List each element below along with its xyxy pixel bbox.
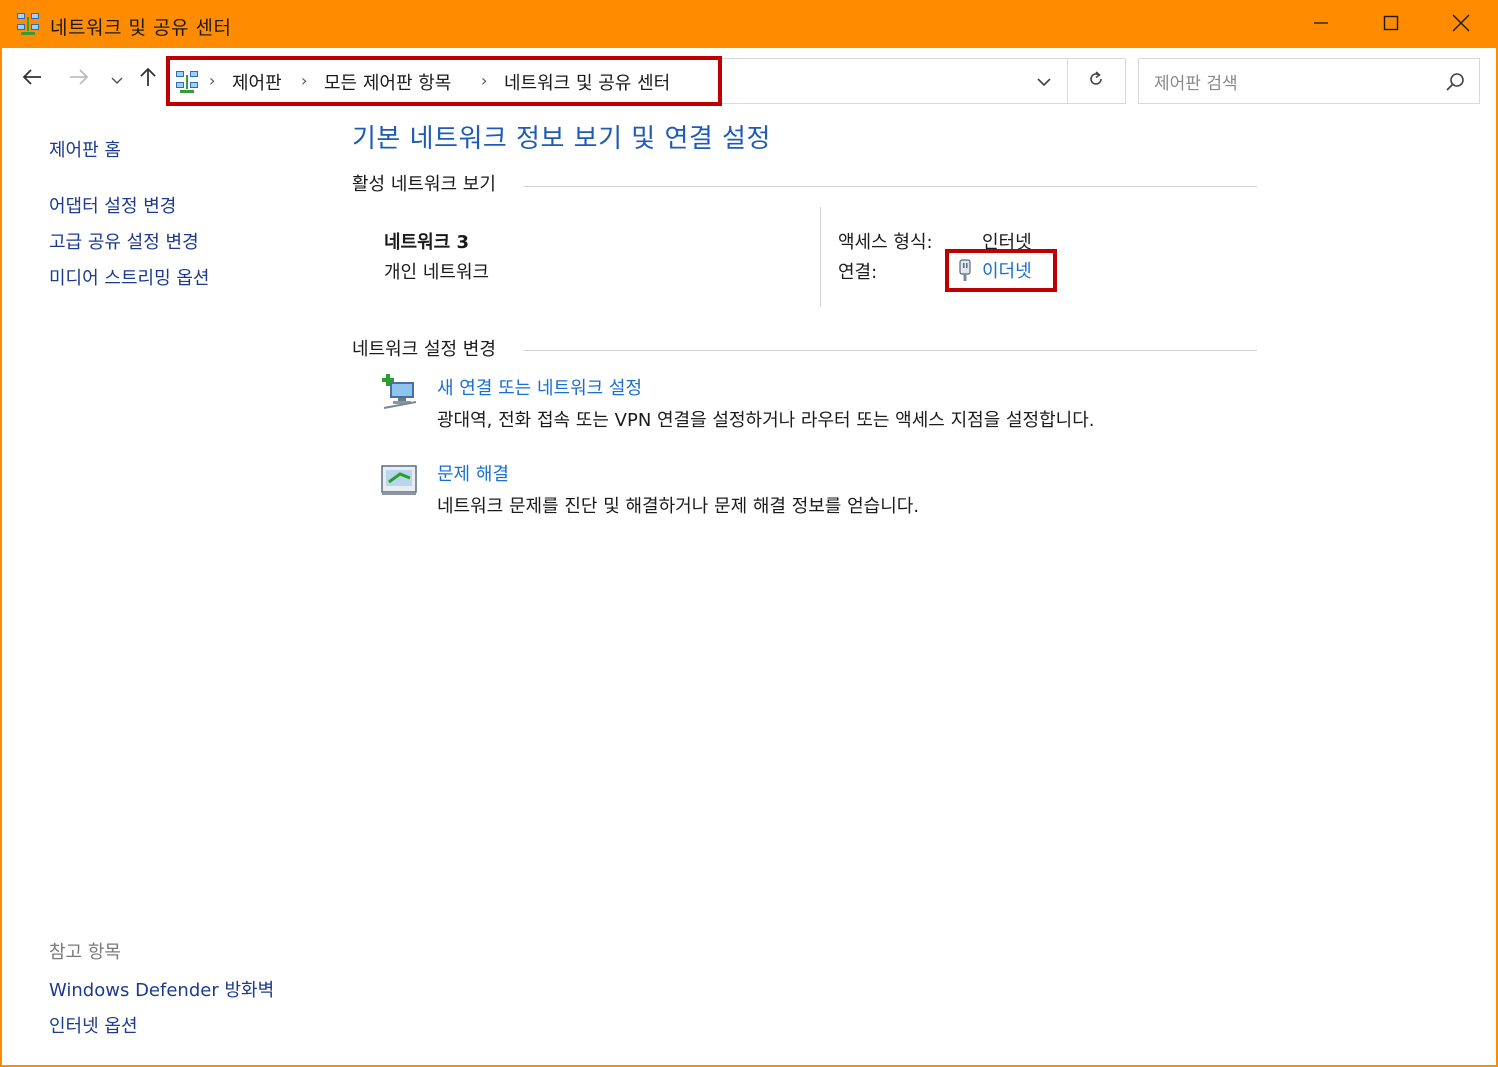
troubleshoot-description: 네트워크 문제를 진단 및 해결하거나 문제 해결 정보를 얻습니다. bbox=[437, 496, 920, 517]
minimize-button[interactable] bbox=[1286, 2, 1356, 48]
breadcrumb-all-items[interactable]: 모든 제어판 항목 bbox=[324, 69, 451, 95]
close-button[interactable] bbox=[1426, 2, 1496, 48]
network-name: 네트워크 3 bbox=[384, 232, 470, 253]
window: 네트워크 및 공유 센터 › 제어판 › 모든 제어판 항목 › 네트워크 및 … bbox=[0, 0, 1498, 1067]
maximize-icon bbox=[1383, 15, 1399, 35]
breadcrumb-separator[interactable]: › bbox=[301, 71, 307, 90]
new-connection-icon[interactable] bbox=[380, 372, 420, 412]
network-sharing-icon bbox=[175, 70, 199, 94]
minimize-icon bbox=[1313, 15, 1329, 35]
up-arrow-icon bbox=[139, 67, 157, 91]
network-sharing-icon bbox=[16, 12, 40, 36]
breadcrumb-separator[interactable]: › bbox=[481, 71, 487, 90]
search-placeholder: 제어판 검색 bbox=[1154, 74, 1238, 94]
access-type-label: 액세스 형식: bbox=[838, 232, 933, 253]
address-dropdown-button[interactable] bbox=[1022, 59, 1066, 103]
breadcrumb-control-panel[interactable]: 제어판 bbox=[232, 69, 282, 95]
see-also-label: 참고 항목 bbox=[49, 942, 121, 963]
breadcrumb-separator[interactable]: › bbox=[209, 71, 215, 90]
forward-button[interactable] bbox=[64, 64, 94, 94]
setup-new-connection-link[interactable]: 새 연결 또는 네트워크 설정 bbox=[437, 374, 642, 400]
page-title: 기본 네트워크 정보 보기 및 연결 설정 bbox=[352, 124, 771, 154]
refresh-icon bbox=[1087, 70, 1105, 92]
window-title: 네트워크 및 공유 센터 bbox=[50, 17, 232, 39]
internet-options-link[interactable]: 인터넷 옵션 bbox=[49, 1012, 138, 1038]
forward-arrow-icon bbox=[69, 68, 89, 90]
up-button[interactable] bbox=[133, 64, 163, 94]
section-divider bbox=[524, 186, 1257, 187]
windows-defender-firewall-link[interactable]: Windows Defender 방화벽 bbox=[49, 976, 274, 1002]
active-networks-heading: 활성 네트워크 보기 bbox=[352, 174, 496, 195]
search-input[interactable]: 제어판 검색 bbox=[1138, 58, 1480, 104]
refresh-button[interactable] bbox=[1069, 59, 1123, 103]
address-divider bbox=[1067, 59, 1068, 103]
troubleshoot-link[interactable]: 문제 해결 bbox=[437, 460, 509, 486]
back-arrow-icon bbox=[22, 68, 42, 90]
vertical-divider bbox=[820, 207, 821, 307]
connections-label: 연결: bbox=[838, 262, 878, 283]
back-button[interactable] bbox=[17, 64, 47, 94]
advanced-sharing-settings-link[interactable]: 고급 공유 설정 변경 bbox=[49, 228, 199, 254]
section-divider bbox=[524, 350, 1257, 351]
change-adapter-settings-link[interactable]: 어댑터 설정 변경 bbox=[49, 192, 176, 218]
left-pane: 제어판 홈 어댑터 설정 변경 고급 공유 설정 변경 미디어 스트리밍 옵션 … bbox=[2, 114, 332, 1064]
troubleshoot-icon[interactable] bbox=[380, 460, 420, 500]
change-settings-heading: 네트워크 설정 변경 bbox=[352, 339, 496, 360]
chevron-down-icon bbox=[1037, 72, 1051, 91]
maximize-button[interactable] bbox=[1356, 2, 1426, 48]
control-panel-home-link[interactable]: 제어판 홈 bbox=[49, 136, 121, 162]
title-bar[interactable]: 네트워크 및 공유 센터 bbox=[2, 2, 1496, 48]
recent-locations-button[interactable] bbox=[102, 64, 132, 94]
navigation-bar: › 제어판 › 모든 제어판 항목 › 네트워크 및 공유 센터 제어판 검색 bbox=[2, 48, 1496, 114]
chevron-down-icon bbox=[111, 70, 123, 89]
breadcrumb-network-center[interactable]: 네트워크 및 공유 센터 bbox=[504, 69, 670, 95]
close-icon bbox=[1452, 14, 1470, 36]
media-streaming-options-link[interactable]: 미디어 스트리밍 옵션 bbox=[49, 264, 209, 290]
address-bar[interactable]: › 제어판 › 모든 제어판 항목 › 네트워크 및 공유 센터 bbox=[166, 56, 1126, 106]
setup-new-connection-description: 광대역, 전화 접속 또는 VPN 연결을 설정하거나 라우터 또는 액세스 지… bbox=[437, 410, 1095, 431]
network-type: 개인 네트워크 bbox=[384, 262, 490, 283]
search-icon[interactable] bbox=[1445, 71, 1467, 93]
connection-highlight bbox=[945, 249, 1057, 292]
